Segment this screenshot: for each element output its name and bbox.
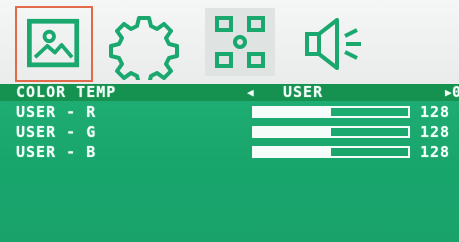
user-r-row[interactable]: USER - R 128 xyxy=(0,104,459,121)
color-temp-label: COLOR TEMP xyxy=(16,83,117,101)
position-icon xyxy=(215,16,265,68)
user-b-slider-fill xyxy=(254,148,331,156)
user-r-value: 128 xyxy=(420,103,451,121)
user-r-label: USER - R xyxy=(16,103,97,121)
gear-icon xyxy=(109,16,179,80)
user-g-slider[interactable] xyxy=(252,126,410,138)
color-temp-row[interactable]: COLOR TEMP ◀ USER ▶ 0 xyxy=(0,84,459,101)
user-b-slider[interactable] xyxy=(252,146,410,158)
color-temp-value: USER xyxy=(283,83,324,101)
icon-tab-bar xyxy=(0,0,459,83)
tab-position[interactable] xyxy=(205,8,275,76)
user-b-value: 128 xyxy=(420,143,451,161)
osd-menu: COLOR TEMP ◀ USER ▶ 0 USER - R 128 USER … xyxy=(0,0,459,242)
tab-adjust[interactable] xyxy=(106,8,182,80)
user-g-slider-fill xyxy=(254,128,331,136)
user-b-label: USER - B xyxy=(16,143,97,161)
picture-icon xyxy=(27,18,80,68)
user-r-slider[interactable] xyxy=(252,106,410,118)
user-r-slider-fill xyxy=(254,108,331,116)
user-b-row[interactable]: USER - B 128 xyxy=(0,144,459,161)
tab-audio[interactable] xyxy=(297,8,371,80)
arrow-left-icon[interactable]: ◀ xyxy=(247,84,255,101)
user-g-value: 128 xyxy=(420,123,451,141)
user-g-row[interactable]: USER - G 128 xyxy=(0,124,459,141)
tab-picture[interactable] xyxy=(15,6,93,82)
color-temp-right-text: 0 xyxy=(452,83,459,101)
user-g-label: USER - G xyxy=(16,123,97,141)
speaker-icon xyxy=(305,18,361,70)
